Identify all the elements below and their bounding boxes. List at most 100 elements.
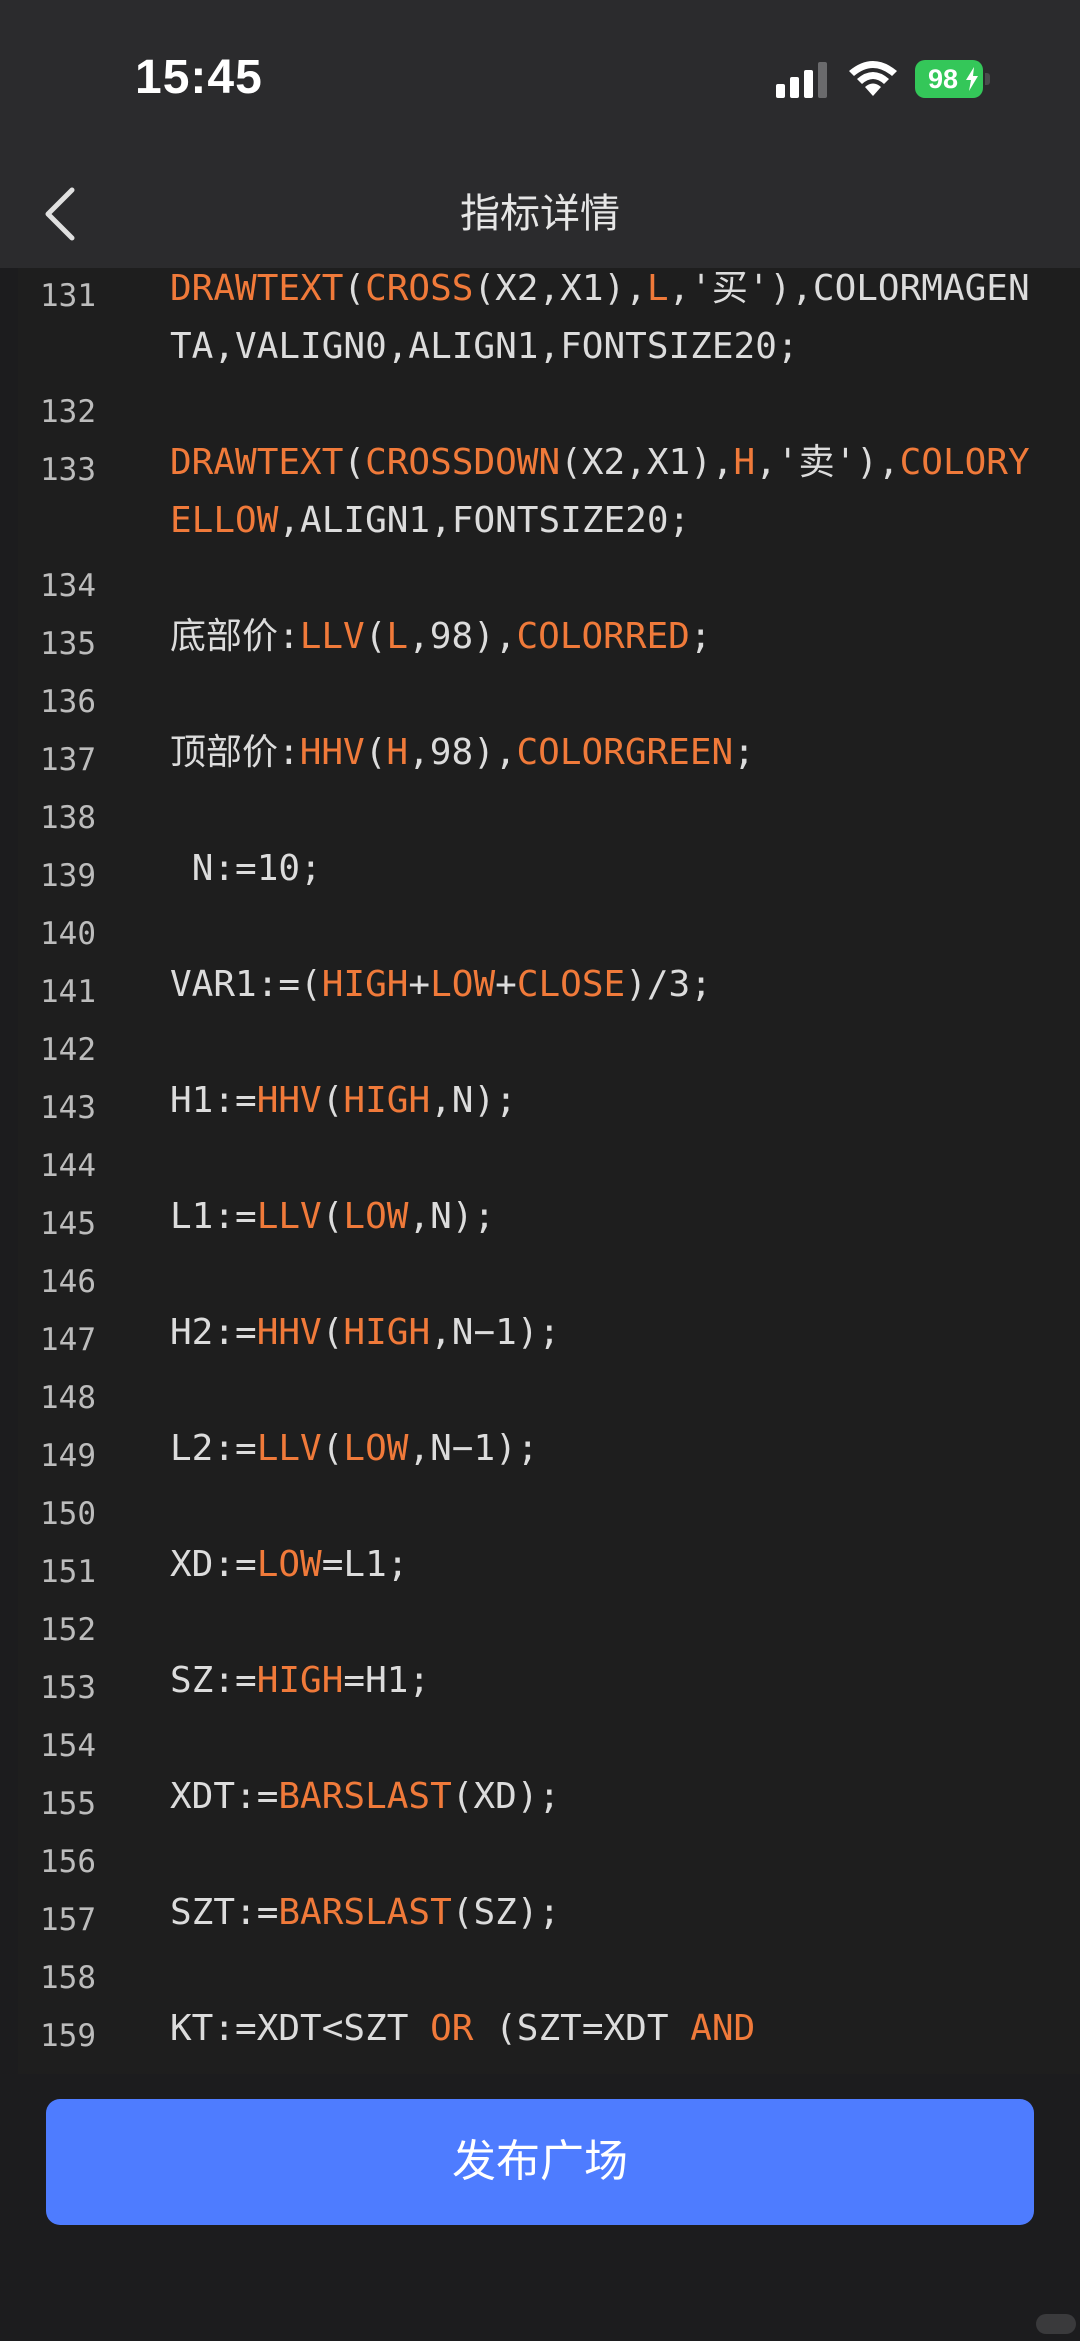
code-keyword: HIGH	[343, 1080, 431, 1121]
code-keyword: H	[386, 732, 409, 773]
page-title: 指标详情	[460, 191, 620, 237]
code-token: (XD);	[451, 1776, 561, 1817]
wifi-icon	[849, 61, 897, 96]
code-token: +	[495, 964, 517, 1005]
line-number: 152	[40, 1612, 96, 1648]
code-keyword: COLORGREEN	[516, 732, 734, 773]
code-keyword: CROSSDOWN	[365, 442, 561, 483]
line-number: 149	[40, 1438, 96, 1474]
code-token: +	[408, 964, 431, 1005]
code-text: L1:=LLV(LOW,N);	[170, 1188, 1050, 1246]
code-token: KT:=XDT<SZT	[170, 2008, 431, 2049]
nav-bar: 指标详情	[0, 160, 1080, 268]
code-text: VAR1:=(HIGH+LOW+CLOSE)/3;	[170, 956, 1050, 1014]
code-token: ,N);	[430, 1080, 517, 1121]
code-keyword: DRAWTEXT	[170, 268, 344, 309]
line-number: 145	[40, 1206, 96, 1242]
code-token: (	[343, 268, 366, 309]
code-token: ;	[689, 616, 712, 657]
code-token: SZT:=	[170, 1892, 279, 1933]
charging-bolt-icon	[966, 67, 978, 91]
code-text: XDT:=BARSLAST(XD);	[170, 1768, 1050, 1826]
code-keyword: H	[733, 442, 756, 483]
line-number: 155	[40, 1786, 96, 1822]
code-token: (	[321, 1196, 344, 1237]
code-keyword: OR	[430, 2008, 474, 2049]
code-keyword: HIGH	[343, 1312, 431, 1353]
code-text: SZ:=HIGH=H1;	[170, 1652, 1050, 1710]
code-keyword: LOW	[343, 1428, 409, 1469]
code-text: 底部价:LLV(L,98),COLORRED;	[170, 608, 1050, 666]
battery-icon: 98	[915, 60, 991, 98]
code-text: N:=10;	[170, 840, 1050, 898]
code-keyword: LLV	[299, 616, 365, 657]
line-number: 141	[40, 974, 96, 1010]
code-text: KT:=XDT<SZT OR (SZT=XDT AND	[170, 2000, 1050, 2058]
screen: 15:45 98 指标详情 131 DRAWTEXT(CROSS(X2,X1),…	[0, 0, 1080, 2341]
code-token: N:=10;	[170, 848, 322, 889]
code-token: (	[321, 1080, 344, 1121]
code-token: (	[364, 616, 387, 657]
code-keyword: HHV	[299, 732, 365, 773]
code-keyword: LOW	[430, 964, 496, 1005]
line-number: 138	[40, 800, 96, 836]
code-token: H2:=	[170, 1312, 257, 1353]
code-token: (X2,X1),	[560, 442, 734, 483]
line-number: 137	[40, 742, 96, 778]
code-keyword: L	[646, 268, 669, 309]
code-token: )/3;	[625, 964, 712, 1005]
code-token: (	[321, 1428, 344, 1469]
line-number: 151	[40, 1554, 96, 1590]
code-token: (SZ);	[451, 1892, 561, 1933]
line-number: 159	[40, 2018, 96, 2054]
code-text: DRAWTEXT(CROSS(X2,X1),L,'买'),COLORMAGENT…	[170, 268, 1050, 376]
line-number: 150	[40, 1496, 96, 1532]
signal-icon	[776, 62, 827, 98]
code-token: ,N);	[408, 1196, 496, 1237]
line-number: 135	[40, 626, 96, 662]
code-keyword: BARSLAST	[278, 1776, 452, 1817]
line-number: 147	[40, 1322, 96, 1358]
status-bar: 15:45 98	[0, 0, 1080, 160]
line-number: 140	[40, 916, 96, 952]
code-keyword: AND	[690, 2008, 756, 2049]
line-number: 131	[40, 278, 96, 314]
line-number: 134	[40, 568, 96, 604]
publish-to-square-button[interactable]: 发布广场	[46, 2099, 1034, 2225]
code-token: 顶部价:	[170, 732, 300, 773]
code-token: (	[364, 732, 387, 773]
code-token: ,N−1);	[408, 1428, 539, 1469]
line-number: 153	[40, 1670, 96, 1706]
line-number: 144	[40, 1148, 96, 1184]
code-keyword: L	[386, 616, 409, 657]
code-token: L1:=	[170, 1196, 257, 1237]
code-token: ,'卖'),	[755, 442, 900, 483]
line-number: 158	[40, 1960, 96, 1996]
line-number: 156	[40, 1844, 96, 1880]
code-token: ,ALIGN1,FONTSIZE20;	[278, 500, 691, 541]
code-token: ;	[733, 732, 755, 773]
code-token: ,N−1);	[430, 1312, 561, 1353]
code-text: H2:=HHV(HIGH,N−1);	[170, 1304, 1050, 1362]
code-text: XD:=LOW=L1;	[170, 1536, 1050, 1594]
code-keyword: COLORRED	[516, 616, 690, 657]
code-token: =L1;	[321, 1544, 409, 1585]
line-number: 136	[40, 684, 96, 720]
code-token: 底部价:	[170, 616, 300, 657]
code-keyword: CROSS	[365, 268, 474, 309]
code-keyword: LOW	[343, 1196, 409, 1237]
code-keyword: HHV	[256, 1080, 322, 1121]
line-number: 132	[40, 394, 96, 430]
bottom-bar: 发布广场	[0, 2074, 1080, 2341]
code-token: ,98),	[408, 732, 517, 773]
code-keyword: CLOSE	[516, 964, 626, 1005]
line-number: 143	[40, 1090, 96, 1126]
line-number: 148	[40, 1380, 96, 1416]
code-token: (SZT=XDT	[473, 2008, 691, 2049]
code-token: (	[343, 442, 366, 483]
code-token: =H1;	[343, 1660, 431, 1701]
line-number: 142	[40, 1032, 96, 1068]
code-viewer[interactable]: 131 DRAWTEXT(CROSS(X2,X1),L,'买'),COLORMAG…	[18, 268, 1080, 2074]
line-number: 154	[40, 1728, 96, 1764]
line-number: 133	[40, 452, 96, 488]
